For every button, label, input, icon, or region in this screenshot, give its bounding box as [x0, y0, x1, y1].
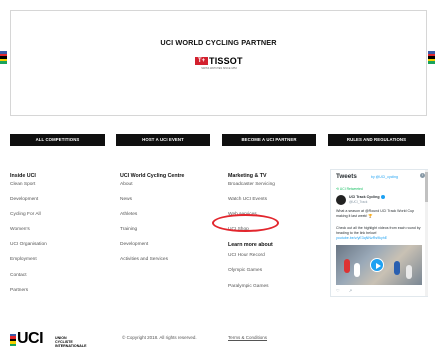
- tweet-actions[interactable]: ♡ ↗: [336, 288, 356, 293]
- footer-link-development[interactable]: Development: [10, 197, 47, 212]
- footer-column-marketing-tv: Marketing & TV Broadcaster Servicing Wat…: [228, 173, 275, 299]
- stripe-green: [0, 61, 7, 64]
- web-services-highlight-circle: [212, 214, 279, 232]
- footer-column-world-cycling-centre: UCI World Cycling Centre About News Athl…: [120, 173, 184, 273]
- tweet-author-handle[interactable]: @UCI_Track: [349, 200, 367, 204]
- tweet-link[interactable]: youtube.be/v/yE3qNNzRs9kyhE: [336, 236, 387, 240]
- twitter-by-handle[interactable]: by @UCI_cycling: [371, 175, 398, 179]
- twitter-widget[interactable]: Tweets by @UCI_cycling i ⟲ UCI Retweeted…: [330, 169, 428, 297]
- uci-logo-text: UCI: [17, 330, 44, 347]
- footer-link-paralympic-games[interactable]: Paralympic Games: [228, 284, 275, 299]
- footer-link-partners[interactable]: Partners: [10, 288, 47, 303]
- footer-link-athletes[interactable]: Athletes: [120, 212, 184, 227]
- partner-title: UCI WORLD CYCLING PARTNER: [160, 38, 277, 47]
- tweet-text-2: Check out all the highlight videos from …: [336, 226, 422, 241]
- play-icon[interactable]: [370, 258, 384, 272]
- retweeted-text: UCI Retweeted: [339, 187, 363, 191]
- rider-shape: [394, 261, 400, 275]
- footer-link-centre-development[interactable]: Development: [120, 242, 184, 257]
- footer-link-news[interactable]: News: [120, 197, 184, 212]
- footer-link-womens[interactable]: Women's: [10, 227, 47, 242]
- verified-icon: [380, 195, 385, 200]
- retweeted-label: ⟲ UCI Retweeted: [336, 187, 363, 191]
- footer-link-about[interactable]: About: [120, 182, 184, 197]
- tweet-text: What a season at @Round UCI Track World …: [336, 209, 415, 218]
- tissot-logo[interactable]: T+ TISSOT SWISS WATCHES SINCE 1853: [195, 56, 245, 70]
- footer-link-watch-events[interactable]: Watch UCI Events: [228, 197, 275, 212]
- column-heading: Inside UCI: [10, 173, 36, 179]
- column-heading: Marketing & TV: [228, 173, 267, 179]
- twitter-scrollbar[interactable]: [425, 170, 428, 296]
- rider-shape: [406, 265, 412, 279]
- rainbow-stripe-left: [0, 51, 7, 64]
- tweet-text-2-body: Check out all the highlight videos from …: [336, 226, 421, 235]
- column-heading: UCI World Cycling Centre: [120, 173, 185, 179]
- footer-link-broadcaster-servicing[interactable]: Broadcaster Servicing: [228, 182, 275, 197]
- copyright-text: © Copyright 2018. All rights reserved.: [122, 335, 197, 340]
- tweet-video-thumbnail[interactable]: [336, 245, 422, 285]
- footer-link-activities-services[interactable]: Activities and Services: [120, 257, 184, 272]
- rainbow-stripe-right: [428, 51, 435, 64]
- footer-column-inside-uci: Inside UCI Clean Sport Development Cycli…: [10, 173, 47, 303]
- footer-link-training[interactable]: Training: [120, 227, 184, 242]
- union-cycliste-text: UNION CYCLISTE INTERNATIONALE: [55, 336, 86, 349]
- rider-shape: [354, 263, 360, 277]
- footer-link-hour-record[interactable]: UCI Hour Record: [228, 253, 275, 268]
- footer-link-contact[interactable]: Contact: [10, 273, 47, 288]
- host-event-button[interactable]: HOST A UCI EVENT: [116, 134, 210, 146]
- partner-banner: UCI WORLD CYCLING PARTNER T+ TISSOT SWIS…: [10, 10, 427, 116]
- rider-shape: [344, 259, 350, 273]
- union-line: INTERNATIONALE: [55, 344, 87, 349]
- tissot-wordmark: TISSOT: [209, 56, 243, 66]
- rules-regulations-button[interactable]: RULES AND REGULATIONS: [328, 134, 425, 146]
- all-competitions-button[interactable]: ALL COMPETITIONS: [10, 134, 105, 146]
- tweet-author-text: UCI Track Cycling: [349, 195, 380, 199]
- become-partner-button[interactable]: BECOME A UCI PARTNER: [222, 134, 316, 146]
- footer-link-employment[interactable]: Employment: [10, 257, 47, 272]
- footer-link-olympic-games[interactable]: Olympic Games: [228, 268, 275, 283]
- avatar[interactable]: [336, 195, 346, 205]
- footer-link-cycling-for-all[interactable]: Cycling For All: [10, 212, 47, 227]
- learn-more-heading: Learn more about: [228, 242, 273, 249]
- tissot-tagline: SWISS WATCHES SINCE 1853: [201, 67, 237, 70]
- tweet-author-name[interactable]: UCI Track Cycling: [349, 195, 385, 200]
- twitter-widget-title: Tweets: [336, 173, 357, 180]
- stripe-green: [10, 343, 16, 346]
- uci-logo[interactable]: UCI UNION CYCLISTE INTERNATIONALE: [10, 330, 100, 351]
- footer-link-uci-organisation[interactable]: UCI Organisation: [10, 242, 47, 257]
- scrollbar-thumb[interactable]: [425, 172, 428, 202]
- uci-rainbow-icon: [10, 334, 16, 346]
- footer-link-clean-sport[interactable]: Clean Sport: [10, 182, 47, 197]
- tissot-cross-icon: T+: [195, 57, 208, 65]
- stripe-green: [428, 61, 435, 64]
- terms-link[interactable]: Terms & Conditions: [228, 335, 267, 340]
